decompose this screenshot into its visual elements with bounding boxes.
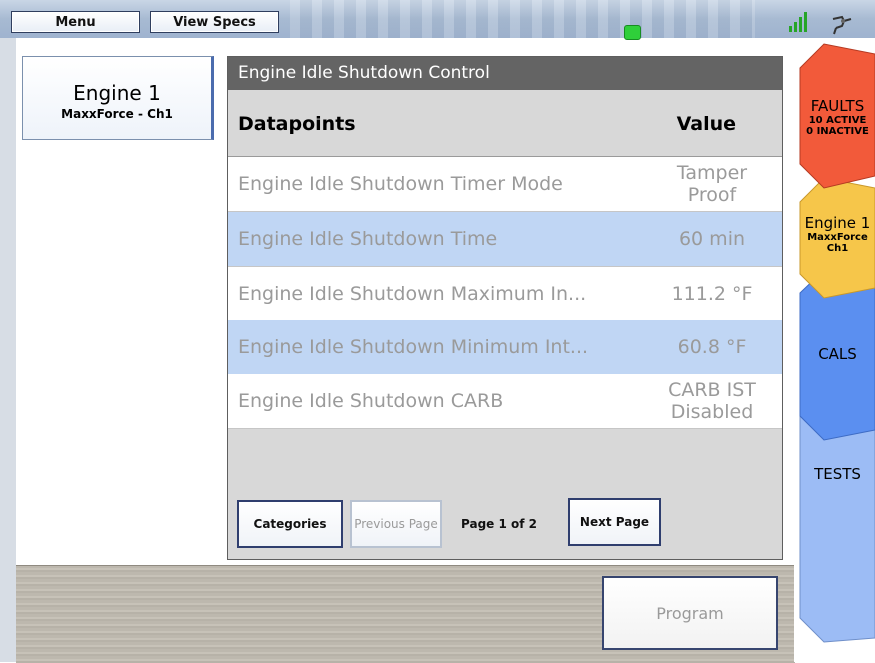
left-border	[0, 38, 16, 662]
faults-active-count: 10 ACTIVE	[808, 115, 867, 126]
table-row[interactable]: Engine Idle Shutdown Minimum Int... 60.8…	[228, 320, 782, 375]
faults-tab-label: FAULTS	[810, 97, 865, 115]
engine-side-tab-sub1: MaxxForce	[807, 232, 868, 243]
table-row[interactable]: Engine Idle Shutdown Time 60 min	[228, 212, 782, 267]
page-indicator: Page 1 of 2	[461, 517, 537, 531]
datapoint-name: Engine Idle Shutdown CARB	[238, 390, 504, 412]
view-specs-button[interactable]: View Specs	[150, 11, 279, 33]
datapoints-header: Datapoints	[238, 113, 356, 135]
datapoint-value: 60 min	[678, 228, 746, 250]
toolbar-decoration	[290, 0, 755, 38]
engine-tab-subtitle: MaxxForce - Ch1	[61, 107, 173, 121]
column-header: Datapoints Value	[228, 90, 782, 157]
value-header: Value	[676, 113, 736, 135]
datapoint-value: CARB IST Disabled	[668, 379, 756, 423]
table-row[interactable]: Engine Idle Shutdown Maximum In... 111.2…	[228, 267, 782, 322]
datapoint-name: Engine Idle Shutdown Minimum Int...	[238, 336, 589, 358]
cals-tab-label: CALS	[818, 345, 857, 363]
datapoint-value: Tamper Proof	[676, 162, 748, 206]
engine-tab[interactable]: Engine 1 MaxxForce - Ch1	[22, 56, 214, 140]
program-button[interactable]: Program	[602, 576, 778, 650]
engine-side-tab-label: Engine 1	[804, 214, 871, 232]
idle-shutdown-dialog: Engine Idle Shutdown Control Datapoints …	[227, 56, 783, 560]
datapoint-value: 111.2 °F	[671, 283, 753, 305]
faults-inactive-count: 0 INACTIVE	[806, 126, 869, 137]
faults-tab[interactable]: FAULTS 10 ACTIVE 0 INACTIVE	[800, 97, 875, 137]
signal-strength-icon	[789, 12, 807, 32]
plug-connection-icon	[832, 15, 852, 35]
tests-tab-label: TESTS	[814, 465, 861, 483]
datapoint-name: Engine Idle Shutdown Timer Mode	[238, 173, 563, 195]
tests-tab[interactable]: TESTS	[800, 465, 875, 483]
datapoint-name: Engine Idle Shutdown Time	[238, 228, 498, 250]
datapoint-name: Engine Idle Shutdown Maximum In...	[238, 283, 587, 305]
dialog-title: Engine Idle Shutdown Control	[228, 57, 782, 90]
categories-button[interactable]: Categories	[237, 500, 343, 548]
table-row[interactable]: Engine Idle Shutdown CARB CARB IST Disab…	[228, 374, 782, 429]
next-page-button[interactable]: Next Page	[568, 498, 661, 546]
datapoint-value: 60.8 °F	[677, 336, 747, 358]
engine-tab-title: Engine 1	[73, 81, 161, 105]
engine-side-tab[interactable]: Engine 1 MaxxForce Ch1	[800, 214, 875, 254]
status-led-icon	[624, 25, 641, 40]
cals-tab[interactable]: CALS	[800, 345, 875, 363]
menu-button[interactable]: Menu	[11, 11, 140, 33]
engine-side-tab-sub2: Ch1	[826, 243, 849, 254]
table-row[interactable]: Engine Idle Shutdown Timer Mode Tamper P…	[228, 157, 782, 212]
previous-page-button[interactable]: Previous Page	[350, 500, 442, 548]
